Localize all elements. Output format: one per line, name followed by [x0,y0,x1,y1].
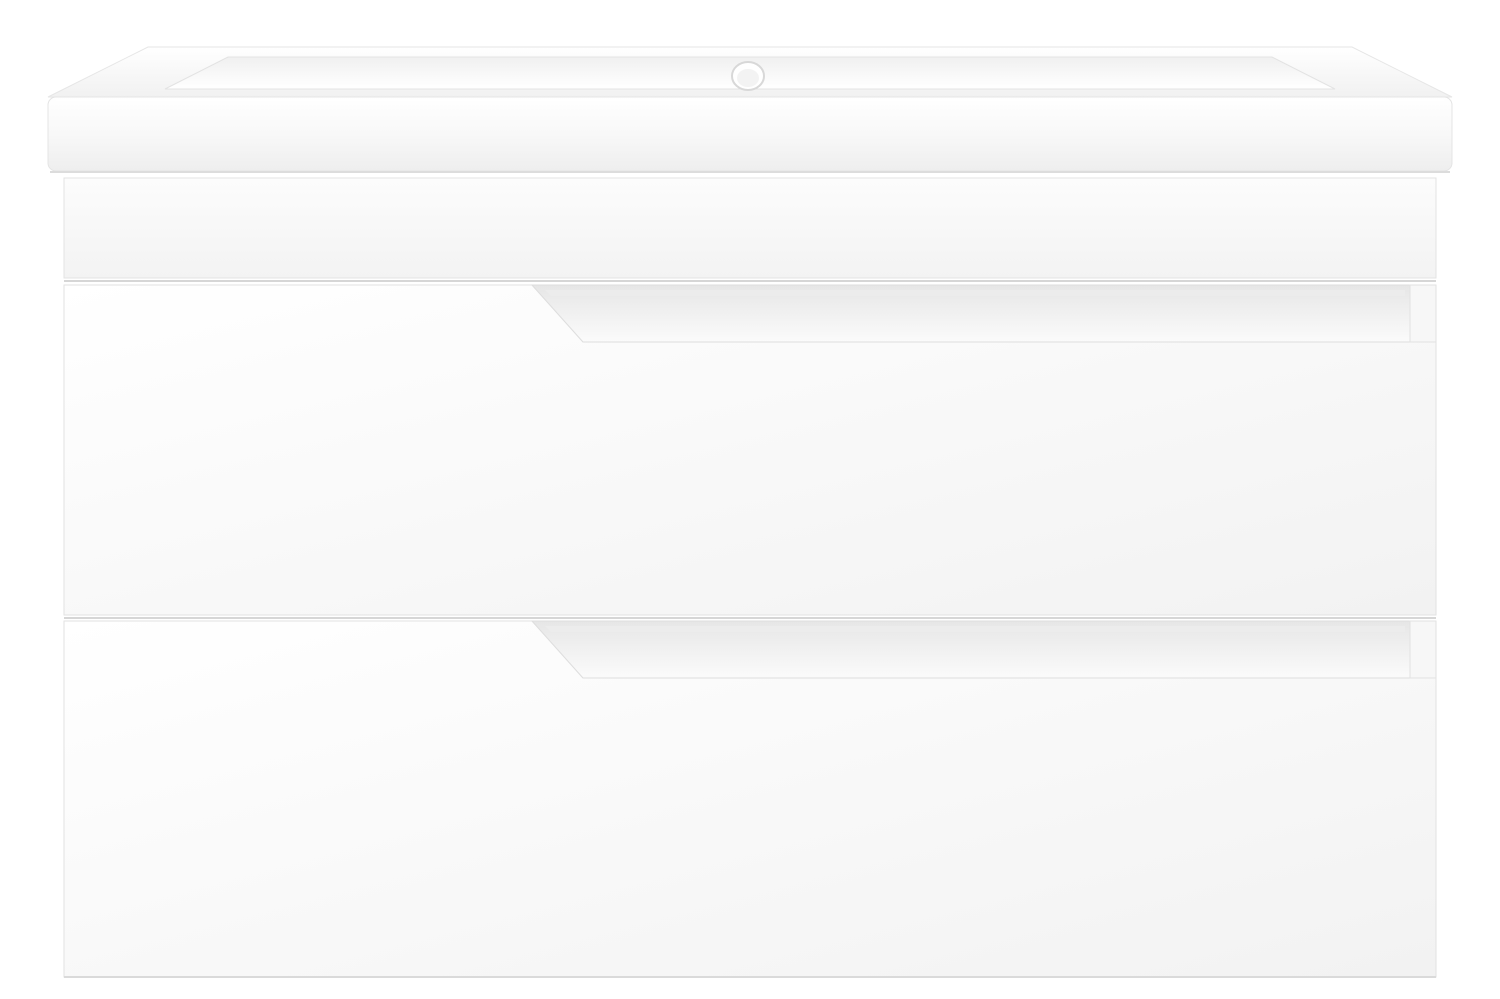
lower-handle-side [1409,620,1437,679]
overflow-hole-inner [737,69,759,87]
cabinet-top-panel [63,177,1437,279]
upper-drawer [63,284,1437,619]
upper-handle-side [1409,284,1437,343]
vanity-illustration [47,46,1453,978]
basin-front-edge [47,96,1453,172]
basin [47,46,1453,173]
cabinet [63,177,1437,978]
upper-handle-inner-shadow [545,290,1405,296]
lower-handle-inner-shadow [545,626,1405,632]
lower-drawer [63,620,1437,978]
product-scene [0,0,1500,999]
